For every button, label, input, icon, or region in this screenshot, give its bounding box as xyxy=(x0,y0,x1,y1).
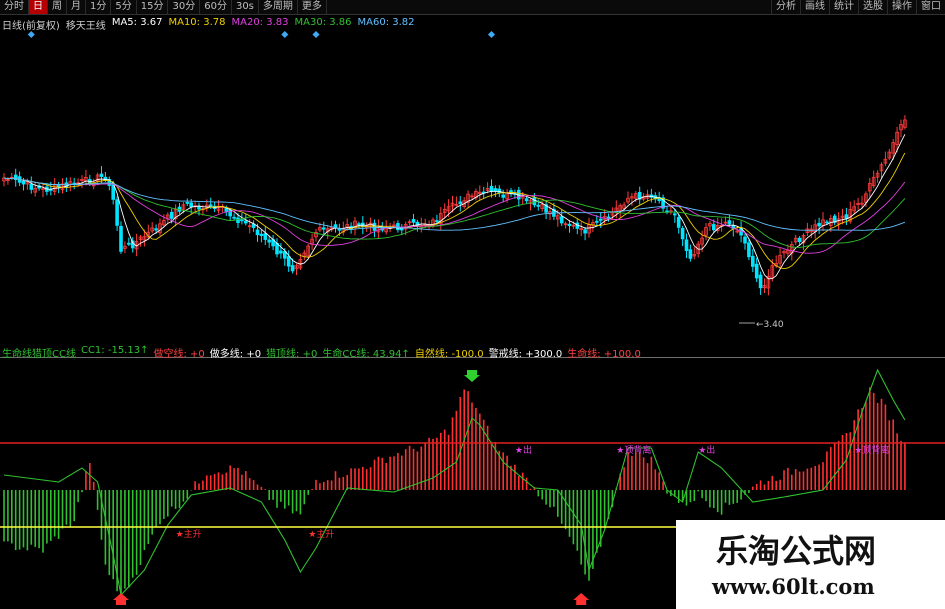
watermark-url: www.60lt.com xyxy=(712,574,875,599)
signal-label: ★顶背离 xyxy=(854,444,889,456)
sell-arrow-icon xyxy=(464,370,480,382)
buy-arrow-icon xyxy=(573,593,590,605)
signal-label: ★顶背离 xyxy=(616,444,651,456)
buy-arrow-icon xyxy=(113,593,129,605)
signal-label: ★出 xyxy=(698,444,715,456)
signal-label: ★主升 xyxy=(308,528,334,540)
cc-indicator-chart[interactable]: ★主升 ★主升 ★出 ★顶背离 ★出 ★顶背离 xyxy=(0,0,945,609)
signal-label: ★出 xyxy=(515,444,532,456)
signal-label: ★主升 xyxy=(176,528,202,540)
site-watermark: 乐淘公式网 www.60lt.com xyxy=(676,520,945,609)
watermark-title: 乐淘公式网 xyxy=(716,532,877,570)
